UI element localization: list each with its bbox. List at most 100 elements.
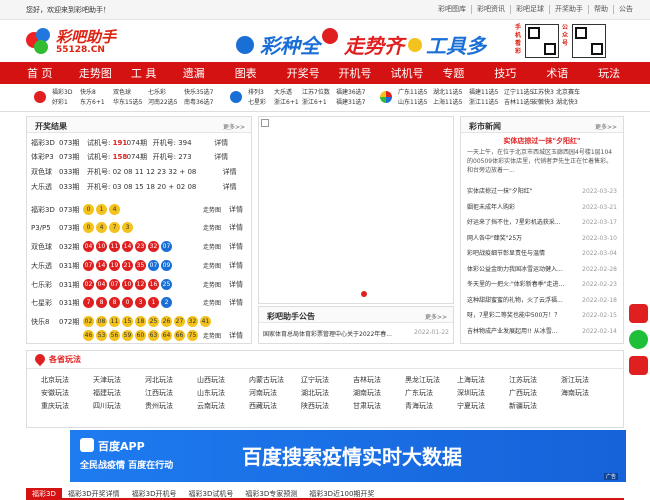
nav-charts[interactable]: 图表	[235, 65, 287, 81]
news-item[interactable]: 体彩公益金助力我国冰雪运动健入... 2022-02-28	[467, 262, 617, 278]
province-link[interactable]: 黑龙江玩法	[405, 375, 457, 385]
nav-rules[interactable]: 玩法	[598, 65, 650, 81]
ad-banner[interactable]: 百度APP 全民战疫情 百度在行动 百度搜索疫情实时大数据 广告	[70, 430, 626, 482]
trend-link[interactable]: 走势图	[203, 298, 229, 307]
tab-3d-detail[interactable]: 福彩3D开奖详情	[62, 488, 126, 498]
trend-link[interactable]: 走势图	[203, 223, 229, 232]
province-link[interactable]: 西藏玩法	[249, 401, 301, 411]
province-link[interactable]: 河南玩法	[249, 388, 301, 398]
subnav-link[interactable]: 福建11选5	[469, 88, 498, 98]
tab-3d-open[interactable]: 福彩3D开机号	[126, 488, 183, 498]
site-logo[interactable]: 彩吧助手 55128.CN	[26, 26, 116, 58]
nav-tips[interactable]: 技巧	[494, 65, 546, 81]
province-link[interactable]: 上海玩法	[457, 375, 509, 385]
subnav-link[interactable]: 北京赛车	[556, 88, 580, 98]
subnav-link[interactable]: 大乐透	[274, 88, 299, 98]
news-item[interactable]: 冬天里的一把火:"体彩新春季"走进... 2022-02-23	[467, 277, 617, 293]
province-link[interactable]: 陕西玩法	[301, 401, 353, 411]
nav-terms[interactable]: 术语	[546, 65, 598, 81]
province-link[interactable]: 贵州玩法	[145, 401, 197, 411]
province-link[interactable]: 吉林玩法	[353, 375, 405, 385]
trend-link[interactable]: 走势图	[203, 205, 229, 214]
news-item[interactable]: 姻拒未成年人购彩 2022-03-21	[467, 200, 617, 216]
top-link-gallery[interactable]: 彩吧图库	[433, 5, 471, 14]
subnav-link[interactable]: 福建36选7	[336, 88, 365, 98]
province-link[interactable]: 湖北玩法	[301, 388, 353, 398]
subnav-link[interactable]: 安徽快3	[532, 98, 554, 108]
news-headline[interactable]: 实体店掠过一抹"夕阳红"	[461, 136, 623, 146]
subnav-link[interactable]: 吉林11选5	[504, 98, 533, 108]
detail-link[interactable]: 详情	[229, 206, 243, 214]
subnav-link[interactable]: 浙江6+1	[274, 98, 299, 108]
province-link[interactable]: 福建玩法	[93, 388, 145, 398]
news-more-link[interactable]: 更多>>	[595, 122, 617, 131]
province-link[interactable]: 江西玩法	[145, 388, 197, 398]
province-link[interactable]: 深圳玩法	[457, 388, 509, 398]
news-item[interactable]: 实体店掠过一抹"夕阳红" 2022-03-23	[467, 184, 617, 200]
tab-3d[interactable]: 福彩3D	[26, 488, 62, 498]
top-link-news[interactable]: 彩吧资讯	[471, 5, 510, 14]
top-link-football[interactable]: 彩吧足球	[510, 5, 549, 14]
detail-link[interactable]: 详情	[229, 332, 243, 340]
subnav-link[interactable]: 福彩3D	[52, 88, 72, 98]
trend-link[interactable]: 走势图	[203, 242, 229, 251]
nav-topics[interactable]: 专题	[442, 65, 494, 81]
province-link[interactable]: 宁夏玩法	[457, 401, 509, 411]
detail-link[interactable]: 详情	[229, 243, 243, 251]
subnav-link[interactable]: 快乐8	[80, 88, 105, 98]
subnav-link[interactable]: 七星彩	[248, 98, 266, 108]
province-link[interactable]: 新疆玩法	[509, 401, 561, 411]
province-link[interactable]: 江苏玩法	[509, 375, 561, 385]
detail-link[interactable]: 详情	[229, 224, 243, 232]
subnav-link[interactable]: 江苏快3	[532, 88, 554, 98]
subnav-link[interactable]: 福建31选7	[336, 98, 365, 108]
nav-test-numbers[interactable]: 试机号	[390, 65, 442, 81]
province-link[interactable]: 内蒙古玩法	[249, 375, 301, 385]
trend-link[interactable]: 走势图	[203, 331, 229, 340]
province-link[interactable]: 云南玩法	[197, 401, 249, 411]
top-link-draw-helper[interactable]: 开奖助手	[549, 5, 588, 14]
province-link[interactable]: 广西玩法	[509, 388, 561, 398]
province-link[interactable]: 广东玩法	[405, 388, 457, 398]
detail-link[interactable]: 详情	[223, 183, 237, 191]
image-carousel[interactable]	[258, 116, 454, 304]
subnav-link[interactable]: 河南22选5	[148, 98, 177, 108]
news-item[interactable]: 吉林物成产业发展起用!! 从冰雪... 2022-02-14	[467, 324, 617, 340]
subnav-link[interactable]: 上海11选5	[433, 98, 462, 108]
nav-tools[interactable]: 工 具	[131, 65, 183, 81]
province-link[interactable]: 山西玩法	[197, 375, 249, 385]
subnav-link[interactable]: 快乐35选7	[184, 88, 213, 98]
province-link[interactable]: 河北玩法	[145, 375, 197, 385]
detail-link[interactable]: 详情	[229, 299, 243, 307]
top-link-help[interactable]: 帮助	[588, 5, 613, 14]
trend-link[interactable]: 走势图	[203, 261, 229, 270]
province-link[interactable]: 安徽玩法	[41, 388, 93, 398]
news-item[interactable]: 好运来了挡不住，7星彩机选获采... 2022-03-17	[467, 215, 617, 231]
phone-icon[interactable]	[629, 304, 648, 323]
subnav-link[interactable]: 浙江11选5	[469, 98, 498, 108]
detail-link[interactable]: 详情	[214, 153, 228, 161]
trend-link[interactable]: 走势图	[203, 280, 229, 289]
subnav-link[interactable]: 浙江6+1	[302, 98, 330, 108]
news-item[interactable]: 这种甜甜蜜蜜的礼物，火了云浮福... 2022-02-18	[467, 293, 617, 309]
detail-link[interactable]: 详情	[229, 281, 243, 289]
detail-link[interactable]: 详情	[223, 168, 237, 176]
app-download-icon[interactable]	[629, 356, 648, 375]
province-link[interactable]: 青海玩法	[405, 401, 457, 411]
subnav-link[interactable]: 双色球	[113, 88, 142, 98]
province-link[interactable]: 天津玩法	[93, 375, 145, 385]
province-link[interactable]: 浙江玩法	[561, 375, 613, 385]
nav-open-numbers[interactable]: 开机号	[339, 65, 391, 81]
province-link[interactable]: 四川玩法	[93, 401, 145, 411]
province-link[interactable]: 甘肃玩法	[353, 401, 405, 411]
subnav-link[interactable]: 华东15选5	[113, 98, 142, 108]
subnav-link[interactable]: 南粤36选7	[184, 98, 213, 108]
nav-home[interactable]: 首 页	[27, 65, 79, 81]
province-link[interactable]: 海南玩法	[561, 388, 613, 398]
subnav-link[interactable]: 东方6+1	[80, 98, 105, 108]
news-item[interactable]: 彩吧战疫细节彰显责任与温情 2022-03-04	[467, 246, 617, 262]
nav-draw-numbers[interactable]: 开奖号	[287, 65, 339, 81]
subnav-link[interactable]: 排列3	[248, 88, 266, 98]
notice-more-link[interactable]: 更多>>	[425, 312, 447, 321]
nav-omission[interactable]: 遗漏	[183, 65, 235, 81]
